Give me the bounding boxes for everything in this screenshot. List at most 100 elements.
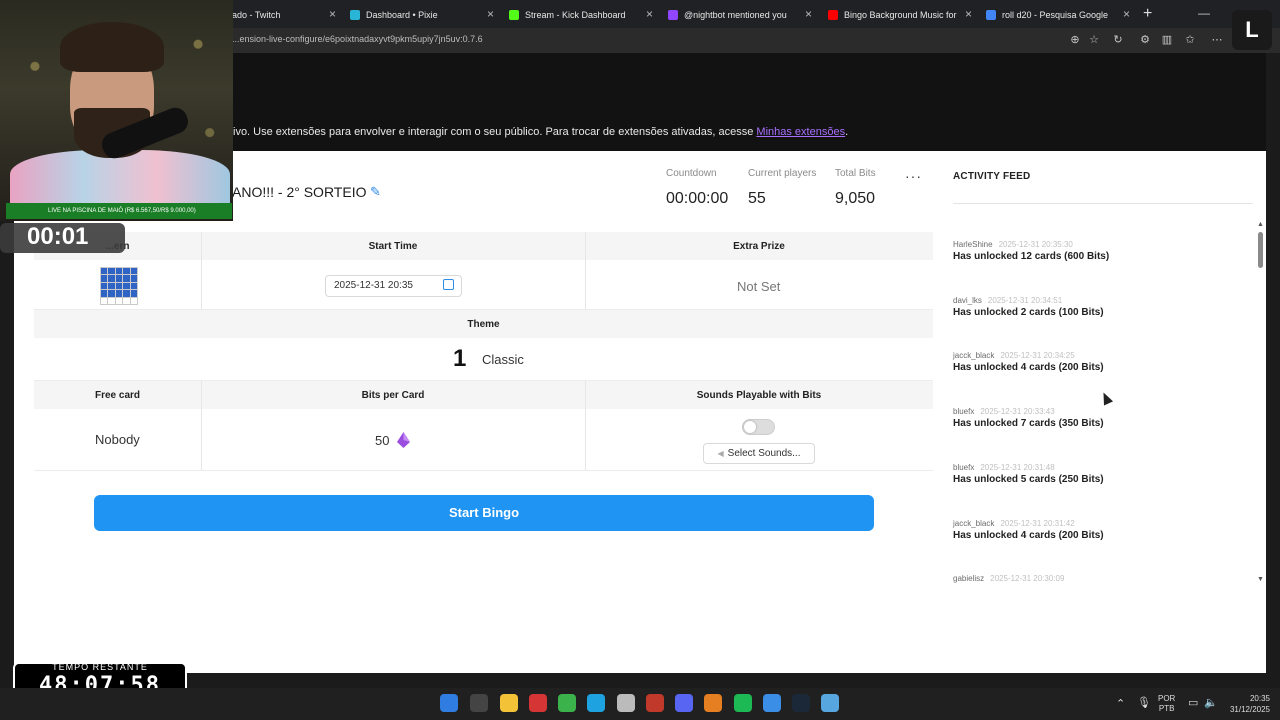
free-card-value[interactable]: Nobody <box>95 432 140 447</box>
feed-scrollbar[interactable] <box>1258 225 1264 575</box>
countdown-label: Countdown <box>666 168 717 179</box>
edit-pencil-icon[interactable]: ✎ <box>370 184 384 200</box>
extensions-icon[interactable]: ⚙ <box>1138 33 1152 47</box>
taskbar-clock[interactable]: 20:35 31/12/2025 <box>1222 693 1270 715</box>
browser-tab[interactable]: Stream - Kick Dashboard × <box>503 4 655 26</box>
scroll-down-icon[interactable]: ▼ <box>1257 576 1264 583</box>
browser-tab[interactable]: roll d20 - Pesquisa Google × <box>980 4 1132 26</box>
start-time-input[interactable]: 2025-12-31 20:35 <box>325 275 462 297</box>
feed-time: 2025-12-31 20:34:51 <box>987 295 1063 305</box>
photos-icon[interactable] <box>763 694 781 712</box>
feed-message: Has unlocked 4 cards (200 Bits) <box>953 529 1104 541</box>
menu-dots-icon[interactable]: ⋯ <box>1210 33 1224 47</box>
clock-time: 20:35 <box>1249 694 1270 703</box>
select-sounds-button[interactable]: ◀ Select Sounds... <box>703 443 815 464</box>
app-news-icon[interactable] <box>646 694 664 712</box>
channel-logo: L <box>1232 10 1272 50</box>
split-screen-icon[interactable]: ▥ <box>1160 33 1174 47</box>
more-options-button[interactable]: ··· <box>905 168 922 184</box>
my-extensions-link[interactable]: Minhas extensões <box>756 126 845 138</box>
divider <box>585 232 586 310</box>
game-title: ANO!!! - 2° SORTEIO <box>232 184 367 200</box>
tab-close-icon[interactable]: × <box>965 7 972 21</box>
divider <box>953 203 1253 204</box>
divider <box>201 381 202 471</box>
theme-number[interactable]: 1 <box>453 345 466 373</box>
elapsed-timer: 00:01 <box>27 223 89 250</box>
browser-tab[interactable]: Bingo Background Music for × <box>822 4 974 26</box>
tab-favicon-icon <box>509 10 519 20</box>
feed-user: davi_lks <box>953 295 982 305</box>
divider <box>585 381 586 471</box>
tab-title: roll d20 - Pesquisa Google <box>1002 10 1109 20</box>
browser-tab[interactable]: @nightbot mentioned you × <box>662 4 814 26</box>
tab-close-icon[interactable]: × <box>487 7 494 21</box>
extra-prize-value[interactable]: Not Set <box>737 279 780 294</box>
favorites-icon[interactable]: ✩ <box>1183 33 1197 47</box>
calendar-icon[interactable] <box>443 279 454 290</box>
bits-per-card-header: Bits per Card <box>361 390 425 401</box>
browser-tab[interactable]: Dashboard • Pixie × <box>344 4 496 26</box>
tab-close-icon[interactable]: × <box>329 7 336 21</box>
activity-feed-title: ACTIVITY FEED <box>953 171 1031 182</box>
start-bingo-button[interactable]: Start Bingo <box>94 495 874 531</box>
feed-item-header: davi_lks 2025-12-31 20:34:51 <box>953 290 1062 308</box>
feed-time: 2025-12-31 20:33:43 <box>980 407 1055 417</box>
tab-close-icon[interactable]: × <box>646 7 653 21</box>
theme-name[interactable]: Classic <box>482 352 524 367</box>
total-bits-value: 9,050 <box>835 190 876 207</box>
feed-time: 2025-12-31 20:30:09 <box>990 574 1065 584</box>
bingo-pattern-icon[interactable] <box>100 267 138 305</box>
app-green-icon[interactable] <box>558 694 576 712</box>
app-red-icon[interactable] <box>529 694 547 712</box>
feed-item-header: bluefx 2025-12-31 20:31:48 <box>953 457 1055 475</box>
feed-time: 2025-12-31 20:31:42 <box>1000 518 1075 528</box>
chatgpt-icon[interactable] <box>470 694 488 712</box>
tab-favicon-icon <box>986 10 996 20</box>
app-ghost-icon[interactable] <box>617 694 635 712</box>
file-explorer-icon[interactable] <box>500 694 518 712</box>
network-icon[interactable]: ▭ <box>1188 696 1198 709</box>
microphone-icon[interactable]: 🎙 <box>1137 696 1151 709</box>
tab-title: Dashboard • Pixie <box>366 10 438 20</box>
new-tab-button[interactable]: + <box>1143 5 1152 23</box>
volume-icon[interactable]: 🔈 <box>1204 696 1218 709</box>
feed-item-header: HarleShine 2025-12-31 20:35:30 <box>953 234 1073 252</box>
feed-time: 2025-12-31 20:34:25 <box>1000 351 1075 361</box>
feed-user: gabielisz <box>953 574 985 584</box>
zoom-icon[interactable]: ⊕ <box>1068 33 1082 47</box>
discord-icon[interactable] <box>675 694 693 712</box>
bits-per-card-value[interactable]: 50 <box>375 433 389 448</box>
feed-user: jacck_black <box>953 351 995 361</box>
language-indicator[interactable]: POR PTB <box>1158 694 1175 714</box>
feed-message: Has unlocked 12 cards (600 Bits) <box>953 251 1110 262</box>
bits-gem-icon <box>397 432 410 448</box>
minimize-icon[interactable]: — <box>1198 6 1210 20</box>
language-code: POR <box>1158 694 1176 703</box>
spotify-icon[interactable] <box>734 694 752 712</box>
tray-chevron-icon[interactable]: ⌃ <box>1116 697 1125 710</box>
refresh-icon[interactable]: ↻ <box>1111 33 1125 47</box>
url-text[interactable]: ...ension-live-configure/e6poixtnadaxyvt… <box>232 34 483 44</box>
feed-time: 2025-12-31 20:35:30 <box>998 240 1073 249</box>
feed-scrollbar-thumb[interactable] <box>1258 232 1263 268</box>
steam-icon[interactable] <box>792 694 810 712</box>
scroll-up-icon[interactable]: ▲ <box>1257 221 1264 228</box>
tab-close-icon[interactable]: × <box>805 7 812 21</box>
divider <box>201 232 202 310</box>
speaker-icon: ◀ <box>717 449 724 458</box>
tab-close-icon[interactable]: × <box>1123 7 1130 21</box>
countdown-overlay-label: TEMPO RESTANTE <box>52 662 148 672</box>
sounds-toggle[interactable] <box>742 419 775 435</box>
app-orange-icon[interactable] <box>704 694 722 712</box>
feed-message: Has unlocked 4 cards (200 Bits) <box>953 362 1104 374</box>
favorite-star-icon[interactable]: ☆ <box>1087 33 1101 47</box>
taskbar <box>0 688 1280 720</box>
feed-item-header: jacck_black 2025-12-31 20:34:25 <box>953 345 1075 363</box>
free-card-header: Free card <box>94 390 141 401</box>
feed-message: Has unlocked 2 cards (100 Bits) <box>953 306 1104 318</box>
extra-prize-header: Extra Prize <box>733 241 785 252</box>
edge-browser-icon[interactable] <box>587 694 605 712</box>
notepad-icon[interactable] <box>821 694 839 712</box>
windows-start-icon[interactable] <box>440 694 458 712</box>
